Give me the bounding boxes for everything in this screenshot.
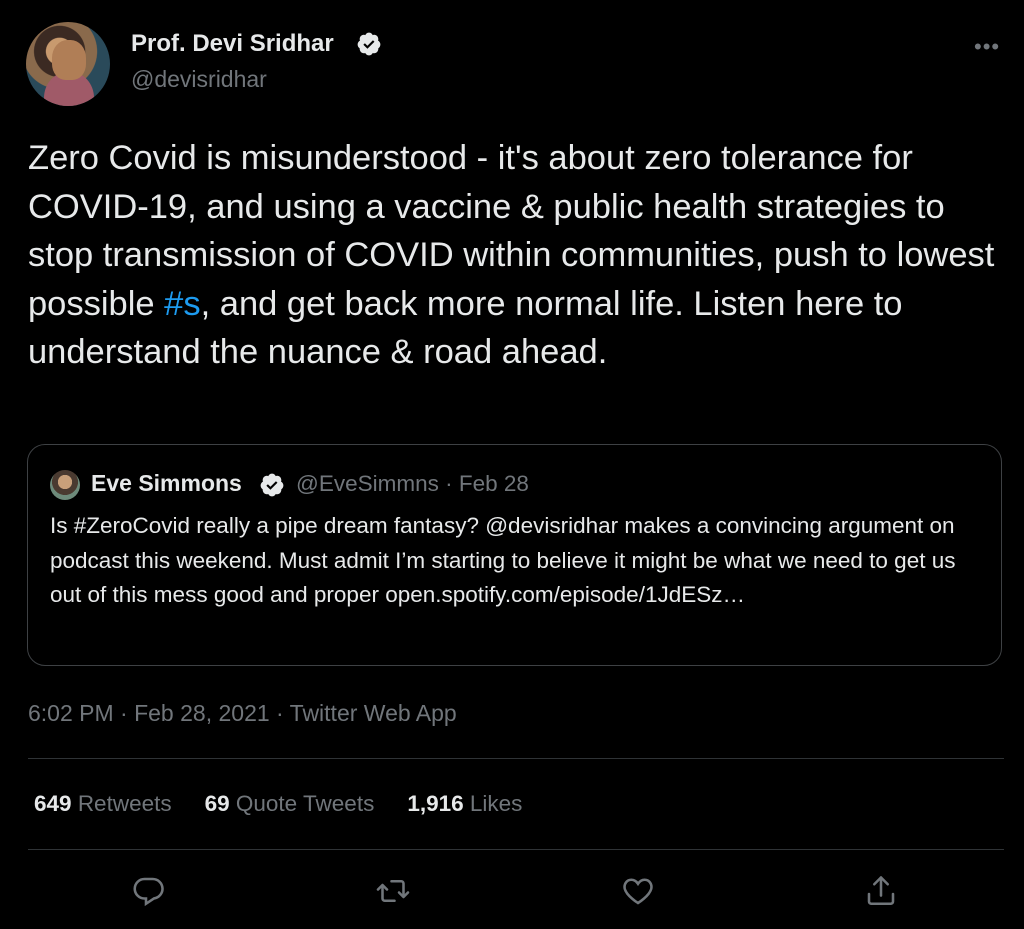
quoted-handle-date: @EveSimmns · Feb 28	[296, 471, 529, 496]
quote-tweets-stat[interactable]: 69 Quote Tweets	[205, 791, 375, 817]
reply-icon[interactable]	[131, 873, 167, 909]
verified-badge-icon	[260, 473, 284, 497]
quoted-avatar	[50, 470, 80, 500]
divider	[28, 758, 1004, 759]
author-name[interactable]: Prof. Devi Sridhar	[131, 30, 334, 58]
tweet-timestamp[interactable]: 6:02 PM · Feb 28, 2021 · Twitter Web App	[28, 700, 457, 727]
likes-stat[interactable]: 1,916 Likes	[407, 791, 522, 817]
quoted-author-name: Eve Simmons	[91, 470, 242, 496]
more-options-icon[interactable]: •••	[974, 34, 1000, 60]
author-avatar[interactable]	[26, 22, 110, 106]
verified-badge-icon	[357, 32, 381, 56]
quoted-tweet-card[interactable]: Eve Simmons @EveSimmns · Feb 28 Is #Zero…	[27, 444, 1002, 666]
engagement-stats: 649 Retweets 69 Quote Tweets 1,916 Likes	[34, 791, 555, 817]
retweets-stat[interactable]: 649 Retweets	[34, 791, 172, 817]
tweet-text: Zero Covid is misunderstood - it's about…	[28, 134, 1008, 377]
retweet-icon[interactable]	[375, 873, 411, 909]
author-handle[interactable]: @devisridhar	[131, 66, 267, 93]
quoted-text: Is #ZeroCovid really a pipe dream fantas…	[50, 513, 956, 607]
divider	[28, 849, 1004, 850]
share-icon[interactable]	[863, 873, 899, 909]
hashtag-link[interactable]: #s	[164, 285, 200, 323]
like-icon[interactable]	[620, 873, 656, 909]
